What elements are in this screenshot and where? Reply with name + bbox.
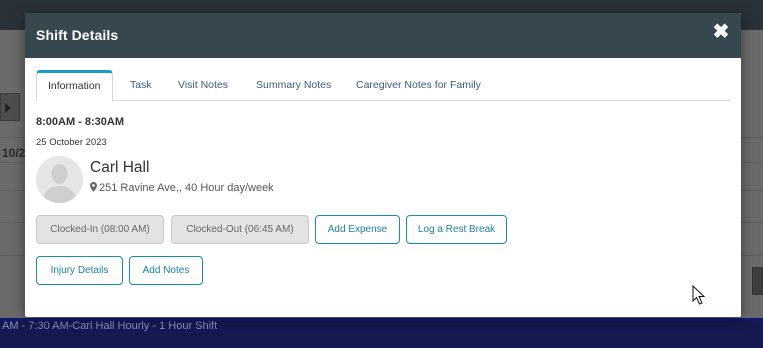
injury-details-button[interactable]: Injury Details <box>36 256 123 285</box>
user-silhouette-icon <box>36 156 83 203</box>
shift-date: 25 October 2023 <box>36 137 107 148</box>
caregiver-name: Carl Hall <box>90 159 150 176</box>
shift-details-modal: Shift Details ✖ Information Task Visit N… <box>25 13 741 317</box>
tab-task[interactable]: Task <box>130 70 152 101</box>
avatar <box>36 156 83 203</box>
caregiver-address-line: 251 Ravine Ave,, 40 Hour day/week <box>90 182 274 194</box>
background-left-text: 10/2 <box>2 146 26 160</box>
clocked-out-button[interactable]: Clocked-Out (06:45 AM) <box>171 215 309 244</box>
modal-title: Shift Details <box>36 27 119 43</box>
mouse-cursor-icon <box>692 285 706 305</box>
background-shift-bar-text: AM - 7:30 AM-Carl Hall Hourly - 1 Hour S… <box>2 320 218 332</box>
add-expense-button[interactable]: Add Expense <box>315 215 400 244</box>
map-pin-icon <box>90 182 97 192</box>
tab-bar: Information Task Visit Notes Summary Not… <box>36 70 730 102</box>
background-right-button <box>752 267 763 295</box>
log-rest-break-button[interactable]: Log a Rest Break <box>406 215 507 244</box>
add-notes-button[interactable]: Add Notes <box>129 256 203 285</box>
shift-time-range: 8:00AM - 8:30AM <box>36 116 125 128</box>
modal-header: Shift Details ✖ <box>25 13 741 58</box>
tab-caregiver-notes-for-family[interactable]: Caregiver Notes for Family <box>356 70 481 101</box>
clocked-in-button[interactable]: Clocked-In (08:00 AM) <box>36 215 164 244</box>
caregiver-address: 251 Ravine Ave,, 40 Hour day/week <box>99 182 274 194</box>
tab-summary-notes[interactable]: Summary Notes <box>256 70 331 101</box>
background-play-icon <box>0 93 20 121</box>
close-icon[interactable]: ✖ <box>712 22 730 42</box>
tab-information[interactable]: Information <box>36 70 113 102</box>
tab-visit-notes[interactable]: Visit Notes <box>178 70 228 101</box>
